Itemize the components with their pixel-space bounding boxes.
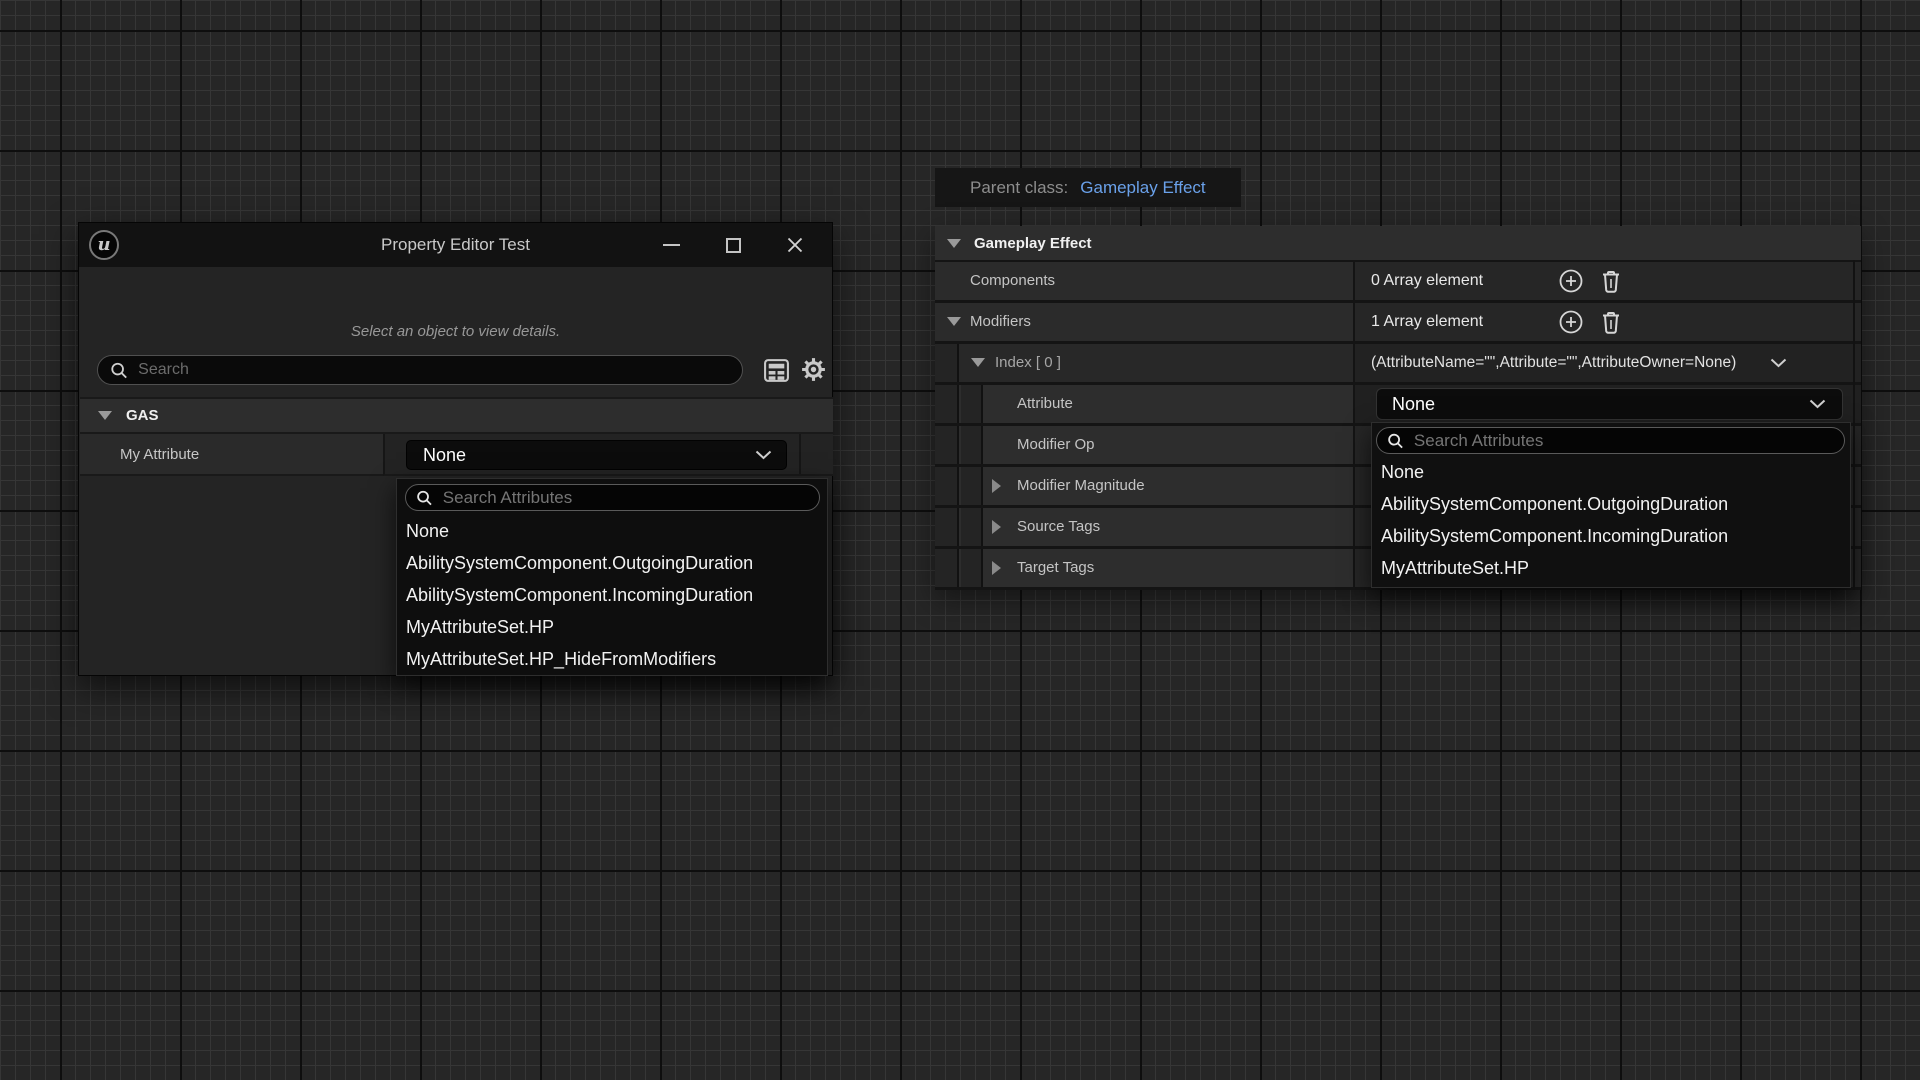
dropdown-search-input[interactable] (443, 488, 809, 508)
row-label-cell[interactable]: Target Tags (935, 549, 1353, 587)
dropdown-search-field[interactable] (405, 484, 820, 511)
blueprint-grid-canvas[interactable]: Property Editor Test Select an object to… (0, 0, 1920, 1080)
attribute-option[interactable]: MyAttributeSet.HP (1372, 552, 1850, 584)
attribute-option[interactable]: None (397, 515, 827, 547)
indent-guide (961, 426, 983, 464)
struct-preview-value: (AttributeName="",Attribute="",Attribute… (1371, 344, 1736, 382)
chevron-down-icon (755, 450, 772, 460)
chevron-down-icon[interactable] (1770, 358, 1787, 368)
attribute-option[interactable]: AbilitySystemComponent.IncomingDuration (397, 579, 827, 611)
chevron-expanded-icon[interactable] (947, 317, 961, 326)
search-icon (416, 489, 433, 507)
indent-guide (935, 549, 959, 587)
chevron-expanded-icon[interactable] (971, 358, 985, 367)
property-editor-window: Property Editor Test Select an object to… (78, 222, 833, 676)
category-gameplay-effect[interactable]: Gameplay Effect (935, 226, 1861, 260)
indent-guide (961, 508, 983, 546)
close-icon (786, 236, 804, 254)
chevron-collapsed-icon[interactable] (992, 520, 1001, 534)
row-value-cell: (AttributeName="",Attribute="",Attribute… (1355, 344, 1861, 382)
chevron-expanded-icon (947, 239, 961, 248)
my-attribute-combobox[interactable]: None (406, 440, 787, 470)
row-value-cell: 0 Array element (1355, 262, 1861, 300)
attribute-option[interactable]: AbilitySystemComponent.OutgoingDuration (397, 547, 827, 579)
indent-guide (935, 385, 959, 423)
column-divider (799, 434, 801, 474)
window-controls (640, 223, 826, 267)
dropdown-search-input[interactable] (1414, 431, 1834, 451)
chevron-down-icon (1809, 399, 1826, 409)
row-label-cell[interactable]: Source Tags (935, 508, 1353, 546)
row-index-0: Index [ 0 ] (AttributeName="",Attribute=… (935, 344, 1861, 382)
search-icon (110, 361, 128, 380)
attribute-picker-dropdown: None AbilitySystemComponent.OutgoingDura… (1371, 422, 1851, 588)
indent-guide (961, 385, 983, 423)
row-value-cell: None (1355, 385, 1861, 423)
indent-guide (935, 467, 959, 505)
dropdown-search-field[interactable] (1376, 427, 1845, 454)
array-count: 1 Array element (1371, 303, 1483, 341)
property-value-cell: None (383, 434, 833, 476)
parent-class-link[interactable]: Gameplay Effect (1080, 178, 1205, 198)
row-attribute: Attribute None (935, 385, 1861, 423)
row-label-cell[interactable]: Components (935, 262, 1353, 300)
property-row-my-attribute: My Attribute None (80, 434, 833, 476)
indent-guide (961, 549, 983, 587)
close-button[interactable] (764, 223, 826, 267)
chevron-collapsed-icon[interactable] (992, 561, 1001, 575)
row-value-cell: 1 Array element (1355, 303, 1861, 341)
attribute-combobox[interactable]: None (1376, 388, 1843, 420)
attribute-option[interactable]: MyAttributeSet.HP_HideFromModifiers (397, 643, 827, 675)
row-label-cell[interactable]: Modifier Magnitude (935, 467, 1353, 505)
indent-guide (935, 426, 959, 464)
indent-guide (935, 508, 959, 546)
category-label: GAS (126, 407, 159, 424)
chevron-collapsed-icon[interactable] (992, 479, 1001, 493)
search-icon (1387, 432, 1404, 450)
row-label-cell[interactable]: Modifiers (935, 303, 1353, 341)
scrollbar-gutter[interactable] (1853, 260, 1855, 590)
property-label[interactable]: My Attribute (80, 434, 383, 476)
minimize-icon (663, 244, 680, 246)
category-label: Gameplay Effect (974, 235, 1092, 252)
settings-gear-icon[interactable] (799, 355, 828, 384)
attribute-option[interactable]: AbilitySystemComponent.OutgoingDuration (1372, 488, 1850, 520)
maximize-button[interactable] (702, 223, 764, 267)
row-components: Components 0 Array element (935, 262, 1861, 300)
add-element-icon[interactable] (1558, 309, 1584, 335)
attribute-option[interactable]: AbilitySystemComponent.IncomingDuration (1372, 520, 1850, 552)
attribute-picker-dropdown: None AbilitySystemComponent.OutgoingDura… (396, 478, 828, 676)
delete-element-icon[interactable] (1598, 309, 1624, 335)
chevron-expanded-icon (98, 411, 112, 420)
array-count: 0 Array element (1371, 262, 1483, 300)
row-label-cell[interactable]: Index [ 0 ] (935, 344, 1353, 382)
attribute-option[interactable]: None (1372, 456, 1850, 488)
add-element-icon[interactable] (1558, 268, 1584, 294)
indent-guide (961, 467, 983, 505)
search-field[interactable] (97, 355, 743, 385)
row-modifiers: Modifiers 1 Array element (935, 303, 1861, 341)
row-label-cell[interactable]: Modifier Op (935, 426, 1353, 464)
combobox-value: None (423, 445, 466, 466)
window-titlebar[interactable]: Property Editor Test (79, 223, 832, 267)
category-gas[interactable]: GAS (80, 397, 833, 434)
combobox-value: None (1392, 394, 1435, 415)
minimize-button[interactable] (640, 223, 702, 267)
parent-class-label: Parent class: (970, 178, 1068, 198)
details-hint-text: Select an object to view details. (79, 323, 832, 340)
maximize-icon (726, 238, 741, 253)
indent-guide (935, 344, 959, 382)
search-input[interactable] (138, 361, 732, 379)
parent-class-bar: Parent class: Gameplay Effect (935, 168, 1241, 207)
row-label-cell[interactable]: Attribute (935, 385, 1353, 423)
display-mode-icon[interactable] (763, 357, 790, 384)
delete-element-icon[interactable] (1598, 268, 1624, 294)
attribute-option[interactable]: MyAttributeSet.HP (397, 611, 827, 643)
